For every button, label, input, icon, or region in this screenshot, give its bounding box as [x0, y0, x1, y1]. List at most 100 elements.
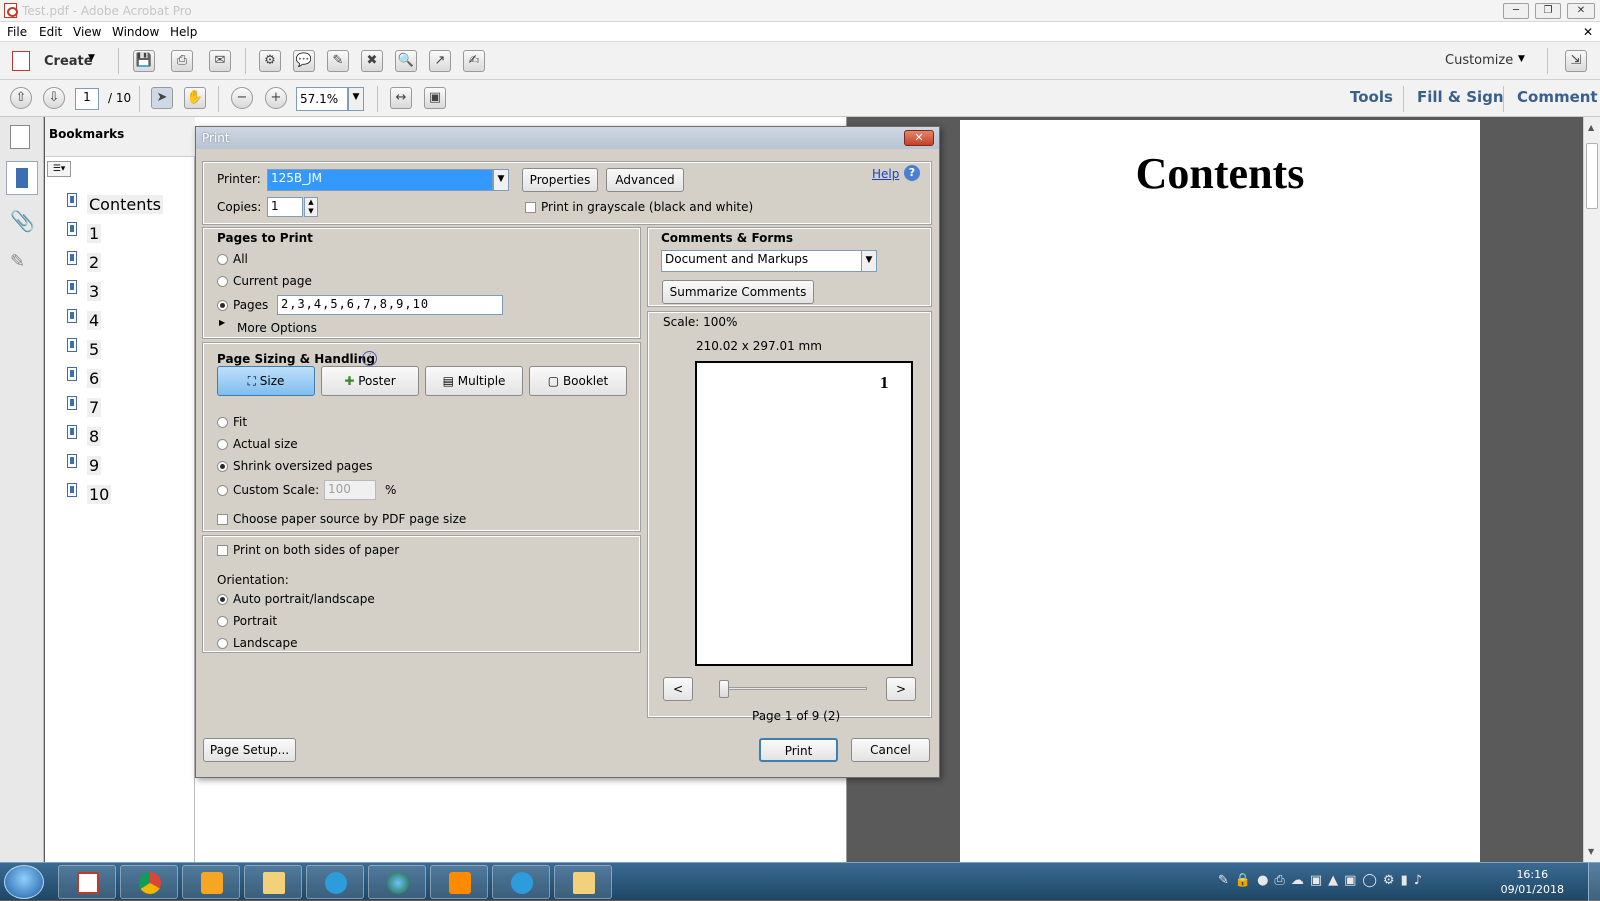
bookmark-item[interactable]: 6 [67, 365, 177, 391]
scroll-up-icon[interactable]: ▲ [1588, 123, 1594, 132]
shrink-oversized-radio[interactable] [217, 461, 228, 472]
zoom-in-icon[interactable]: + [265, 87, 287, 109]
signatures-icon[interactable]: ✎ [10, 251, 25, 272]
bookmark-item[interactable]: 3 [67, 278, 177, 304]
chevron-down-icon[interactable]: ▼ [861, 250, 877, 272]
comments-forms-select[interactable]: Document and Markups [661, 250, 862, 272]
bookmark-item[interactable]: 4 [67, 307, 177, 333]
custom-scale-radio[interactable] [217, 485, 228, 496]
properties-button[interactable]: Properties [522, 168, 598, 192]
zoom-dropdown-icon[interactable]: ▼ [348, 87, 364, 111]
hand-tool-icon[interactable]: ✋ [184, 87, 206, 109]
multiple-tab-button[interactable]: ▤ Multiple [425, 366, 523, 396]
zoom-input[interactable]: 57.1% [296, 87, 348, 111]
bookmark-item[interactable]: 10 [67, 481, 177, 507]
info-icon[interactable]: i [362, 351, 377, 366]
bookmark-item[interactable]: 1 [67, 220, 177, 246]
landscape-radio[interactable] [217, 638, 228, 649]
copies-input[interactable]: 1 [267, 197, 303, 217]
scroll-thumb[interactable] [1586, 143, 1598, 209]
bookmark-item[interactable]: 2 [67, 249, 177, 275]
taskbar-media-player[interactable] [430, 865, 488, 899]
preview-slider-track[interactable] [719, 687, 867, 690]
taskbar-globe[interactable] [368, 865, 426, 899]
fit-width-icon[interactable]: ↔ [390, 87, 412, 109]
highlight-icon[interactable]: ✎ [327, 50, 349, 72]
more-options-link[interactable]: More Options [237, 321, 317, 335]
auto-orientation-radio[interactable] [217, 594, 228, 605]
custom-scale-input[interactable]: 100 [324, 480, 376, 500]
portrait-radio[interactable] [217, 616, 228, 627]
bookmark-item[interactable]: 5 [67, 336, 177, 362]
next-page-icon[interactable]: ⇩ [43, 87, 65, 109]
show-desktop-button[interactable] [1588, 863, 1600, 901]
bookmarks-tab[interactable] [6, 161, 38, 195]
dialog-close-button[interactable]: ✕ [904, 130, 934, 146]
sign-icon[interactable]: ✍ [463, 50, 485, 72]
menu-view[interactable]: View [73, 25, 101, 39]
email-icon[interactable]: ✉ [209, 50, 231, 72]
close-document-icon[interactable]: ✕ [1583, 25, 1593, 39]
comment-bubble-icon[interactable]: 💬 [293, 50, 315, 72]
system-tray-icons[interactable]: ✎🔒●⎙☁▣▲▣◯⚙▮♪ [1218, 873, 1488, 891]
print-icon[interactable]: ⎙ [171, 50, 193, 72]
taskbar-clock[interactable]: 16:16 09/01/2018 [1501, 867, 1564, 897]
help-icon[interactable]: ? [904, 165, 920, 181]
taskbar-acrobat[interactable] [58, 865, 116, 899]
previous-page-icon[interactable]: ⇧ [10, 87, 32, 109]
summarize-comments-button[interactable]: Summarize Comments [662, 280, 814, 304]
bookmark-item[interactable]: Contents [67, 191, 177, 217]
both-sides-checkbox[interactable] [217, 545, 228, 556]
pages-range-input[interactable]: 2,3,4,5,6,7,8,9,10 [277, 295, 503, 315]
menu-file[interactable]: File [7, 25, 27, 39]
review-icon[interactable]: 🔍 [395, 50, 417, 72]
taskbar-outlook[interactable] [182, 865, 240, 899]
redact-icon[interactable]: ✖ [361, 50, 383, 72]
bookmark-item[interactable]: 9 [67, 452, 177, 478]
paper-source-checkbox[interactable] [217, 514, 228, 525]
preview-next-button[interactable]: > [886, 677, 916, 701]
save-icon[interactable]: 💾 [133, 50, 155, 72]
restore-button[interactable]: ❐ [1535, 3, 1561, 19]
taskbar-explorer[interactable] [244, 865, 302, 899]
pages-radio[interactable] [217, 300, 228, 311]
vertical-scrollbar[interactable]: ▲ ▼ [1583, 117, 1600, 862]
gear-icon[interactable]: ⚙ [259, 50, 281, 72]
preview-slider-thumb[interactable] [719, 680, 729, 698]
bookmark-item[interactable]: 8 [67, 423, 177, 449]
actual-size-radio[interactable] [217, 439, 228, 450]
bookmark-item[interactable]: 7 [67, 394, 177, 420]
preview-prev-button[interactable]: < [663, 677, 693, 701]
all-pages-radio[interactable] [217, 254, 228, 265]
fit-radio[interactable] [217, 417, 228, 428]
page-thumbnails-icon[interactable] [10, 125, 30, 149]
taskbar-explorer-2[interactable] [554, 865, 612, 899]
printer-select[interactable]: 125B_JM [267, 169, 493, 191]
minimize-button[interactable]: ─ [1503, 3, 1529, 19]
advanced-button[interactable]: Advanced [606, 168, 684, 192]
create-button[interactable]: Create ▼ [10, 48, 102, 74]
zoom-out-icon[interactable]: − [231, 87, 253, 109]
menu-help[interactable]: Help [170, 25, 197, 39]
close-button[interactable]: ✕ [1567, 3, 1595, 19]
size-tab-button[interactable]: ⛶ Size [217, 366, 315, 396]
cancel-button[interactable]: Cancel [851, 738, 930, 762]
chevron-down-icon[interactable]: ▼ [493, 169, 509, 191]
poster-tab-button[interactable]: ✚ Poster [321, 366, 419, 396]
expand-triangle-icon[interactable]: ▶ [219, 318, 225, 327]
attachments-icon[interactable]: 📎 [10, 209, 35, 233]
taskbar-chrome[interactable] [120, 865, 178, 899]
taskbar-ie[interactable] [306, 865, 364, 899]
fill-sign-pane-link[interactable]: Fill & Sign [1417, 88, 1504, 106]
current-page-radio[interactable] [217, 276, 228, 287]
start-button[interactable] [4, 865, 44, 899]
tools-pane-link[interactable]: Tools [1350, 88, 1393, 106]
export-icon[interactable]: ↗ [429, 50, 451, 72]
fullscreen-icon[interactable]: ⇲ [1565, 50, 1587, 72]
customize-label[interactable]: Customize [1445, 53, 1513, 68]
fit-page-icon[interactable]: ▣ [424, 87, 446, 109]
comment-pane-link[interactable]: Comment [1517, 88, 1598, 106]
help-link[interactable]: Help [872, 167, 899, 181]
page-setup-button[interactable]: Page Setup... [203, 738, 296, 762]
booklet-tab-button[interactable]: ▢ Booklet [529, 366, 627, 396]
